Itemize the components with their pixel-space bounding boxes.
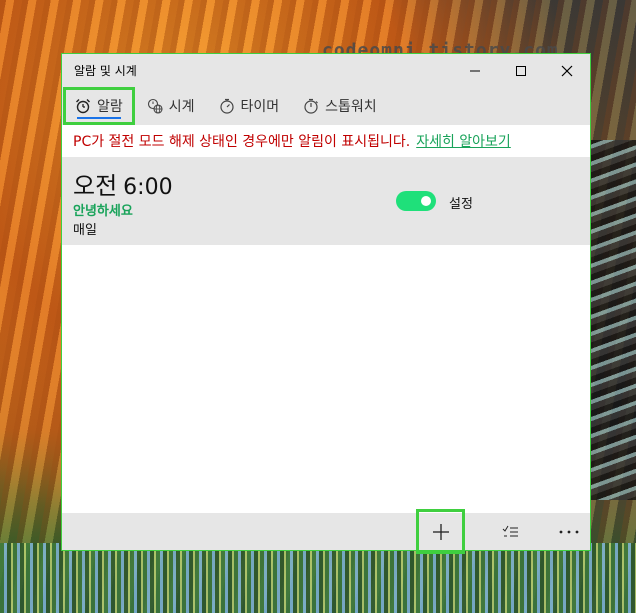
maximize-icon xyxy=(516,65,526,76)
tab-stopwatch[interactable]: 스톱워치 xyxy=(293,89,387,123)
minimize-icon xyxy=(470,70,480,71)
tab-timer[interactable]: 타이머 xyxy=(209,89,290,123)
select-alarms-button[interactable] xyxy=(488,513,534,550)
alarm-repeat: 매일 xyxy=(73,223,97,238)
background-detail-right xyxy=(586,140,636,500)
alarm-item[interactable]: 오전 6:00 안녕하세요 매일 설정 xyxy=(62,157,590,245)
timer-icon xyxy=(219,98,235,114)
add-alarm-button[interactable] xyxy=(416,509,465,554)
alarm-period: 오전 xyxy=(73,172,118,200)
tab-alarm[interactable]: 알람 xyxy=(63,87,135,125)
toggle-knob xyxy=(421,196,431,206)
notice-message: PC가 절전 모드 해제 상태인 경우에만 알림이 표시됩니다. xyxy=(73,134,411,150)
plus-icon xyxy=(432,523,449,540)
background-grass xyxy=(0,543,636,613)
alarm-clock-icon xyxy=(75,98,91,114)
alarm-toggle-label: 설정 xyxy=(449,197,473,212)
window-title: 알람 및 시계 xyxy=(74,64,137,78)
wake-notice: PC가 절전 모드 해제 상태인 경우에만 알림이 표시됩니다. 자세히 알아보… xyxy=(62,125,590,157)
alarm-name: 안녕하세요 xyxy=(73,204,133,219)
tab-stopwatch-label: 스톱워치 xyxy=(325,99,377,115)
more-icon xyxy=(559,530,579,533)
title-bar[interactable]: 알람 및 시계 xyxy=(62,54,590,87)
close-icon xyxy=(561,65,573,76)
tab-alarm-label: 알람 xyxy=(97,99,123,115)
tab-bar: 알람 시계 타이머 스톱워치 xyxy=(62,87,590,125)
window-controls xyxy=(452,54,590,87)
tab-clock-label: 시계 xyxy=(168,99,195,115)
learn-more-link[interactable]: 자세히 알아보기 xyxy=(416,131,511,151)
tab-clock[interactable]: 시계 xyxy=(137,89,205,123)
world-clock-icon xyxy=(147,98,163,114)
alarms-clock-window: 알람 및 시계 알람 시계 타이머 스톱워치 PC가 절전 모드 해제 상태인 … xyxy=(61,53,592,554)
maximize-button[interactable] xyxy=(498,54,544,87)
close-button[interactable] xyxy=(544,54,590,87)
alarm-toggle[interactable] xyxy=(396,191,436,211)
minimize-button[interactable] xyxy=(452,54,498,87)
more-options-button[interactable] xyxy=(546,513,592,550)
alarm-time: 오전 6:00 xyxy=(73,166,173,201)
stopwatch-icon xyxy=(303,98,319,114)
command-bar xyxy=(62,509,592,554)
tab-timer-label: 타이머 xyxy=(240,99,280,115)
select-list-icon xyxy=(502,525,518,536)
alarm-clock-time: 6:00 xyxy=(123,175,173,200)
